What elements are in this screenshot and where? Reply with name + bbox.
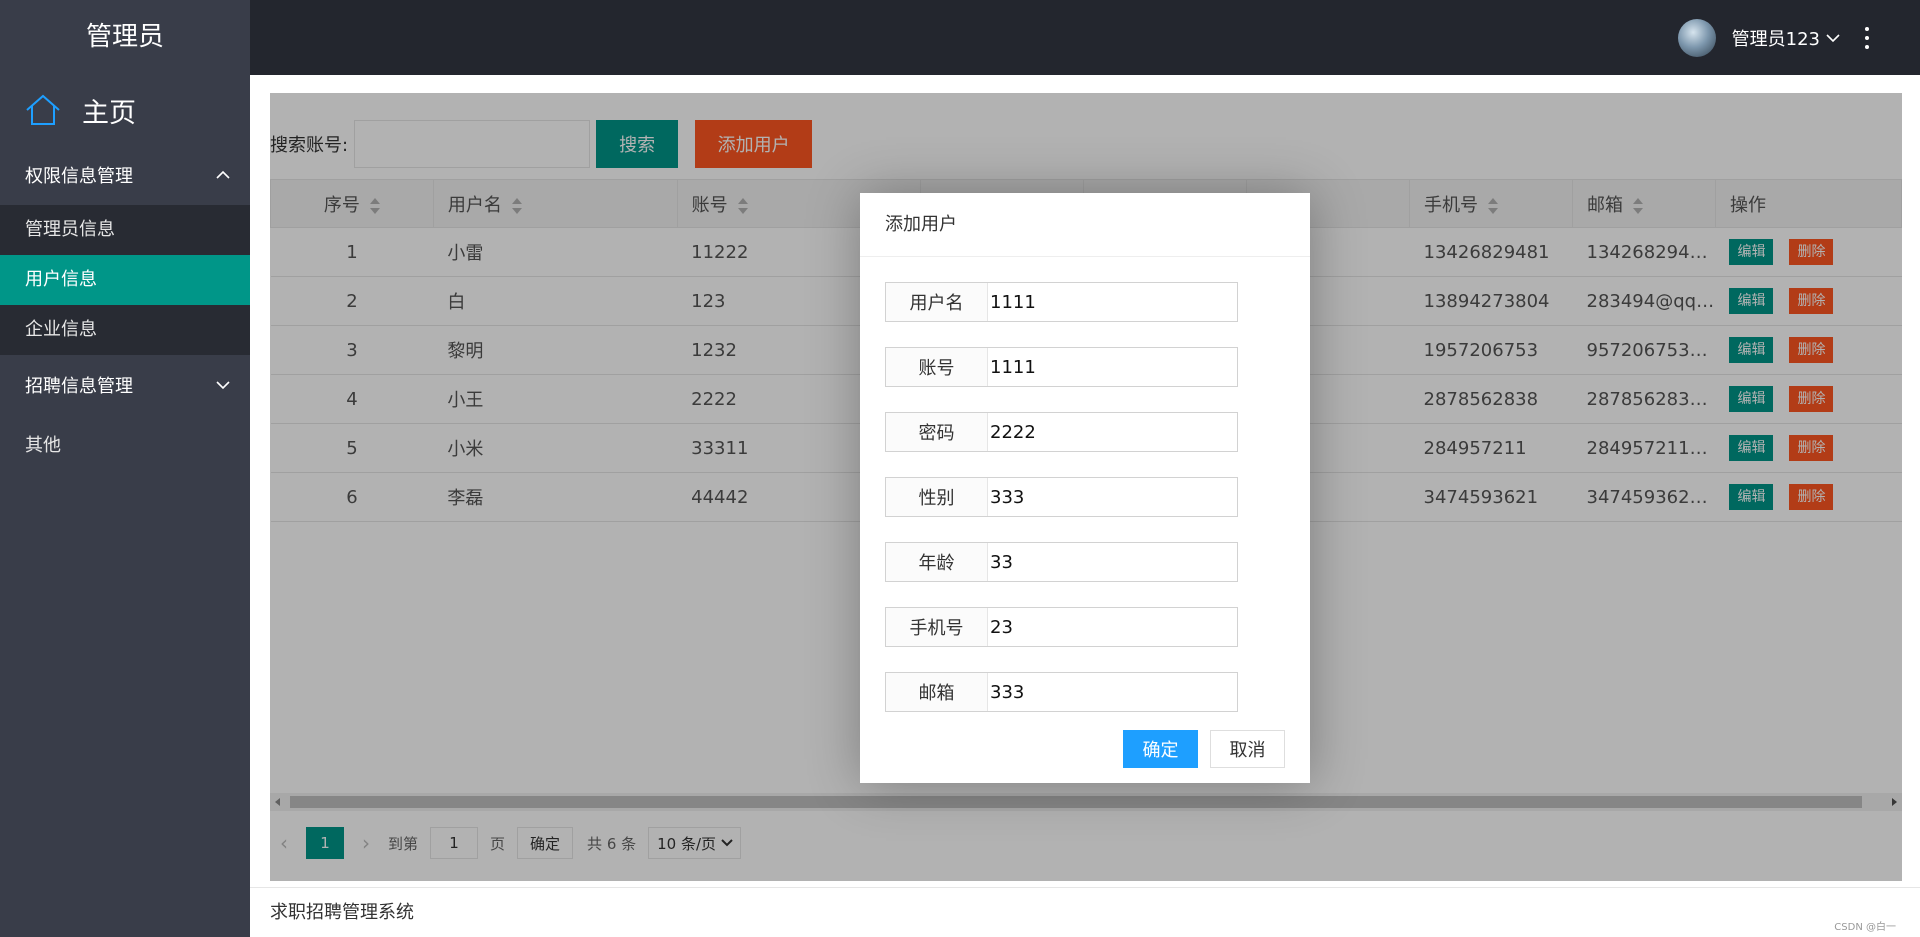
sidebar-item-other[interactable]: 其他 — [0, 415, 250, 477]
chevron-down-icon — [216, 381, 230, 390]
sidebar-submenu: 管理员信息 用户信息 企业信息 — [0, 205, 250, 355]
form-field-input[interactable]: 2222 — [988, 413, 1237, 451]
sidebar-group-recruitment[interactable]: 招聘信息管理 — [0, 355, 250, 415]
sidebar-logo: 管理员 — [0, 0, 250, 75]
form-field: 年龄 33 — [885, 542, 1238, 582]
footer-text: 求职招聘管理系统 — [270, 902, 414, 923]
dialog-title: 添加用户 — [860, 193, 1310, 257]
form-field-label: 手机号 — [886, 608, 988, 646]
form-field-label: 邮箱 — [886, 673, 988, 711]
form-field-label: 性别 — [886, 478, 988, 516]
sidebar: 管理员 主页 权限信息管理 管理员信息 用户信息 企业信息 招聘信息管理 其他 — [0, 0, 250, 937]
username: 管理员123 — [1731, 28, 1820, 50]
form-field: 性别 333 — [885, 477, 1238, 517]
sidebar-group-label: 招聘信息管理 — [25, 376, 133, 397]
home-icon — [26, 94, 60, 125]
sidebar-item-admin-info[interactable]: 管理员信息 — [0, 205, 250, 255]
footer: 求职招聘管理系统 — [250, 887, 1920, 937]
dialog-ok-button[interactable]: 确定 — [1123, 730, 1198, 768]
chevron-up-icon — [216, 170, 230, 179]
form-field-input[interactable]: 333 — [988, 478, 1237, 516]
form-field-label: 年龄 — [886, 543, 988, 581]
form-field-label: 密码 — [886, 413, 988, 451]
user-menu[interactable]: 管理员123 — [1677, 0, 1840, 75]
sidebar-group-permissions[interactable]: 权限信息管理 — [0, 145, 250, 205]
form-field: 账号 1111 — [885, 347, 1238, 387]
more-menu-icon[interactable] — [1864, 27, 1870, 49]
form-field-label: 账号 — [886, 348, 988, 386]
top-header: 管理员123 — [250, 0, 1920, 75]
watermark: CSDN @白一 — [1834, 922, 1896, 933]
form-field-label: 用户名 — [886, 283, 988, 321]
form-field-input[interactable]: 333 — [988, 673, 1237, 711]
sidebar-home-label: 主页 — [82, 97, 136, 129]
avatar — [1677, 18, 1716, 57]
sidebar-item-user-info[interactable]: 用户信息 — [0, 255, 250, 305]
form-field-input[interactable]: 23 — [988, 608, 1237, 646]
form-field: 用户名 1111 — [885, 282, 1238, 322]
sidebar-home[interactable]: 主页 — [0, 75, 250, 145]
form-field: 手机号 23 — [885, 607, 1238, 647]
add-user-dialog: 添加用户 用户名 1111 账号 1111 密码 2222 性别 333 年龄 33 手机号 23 邮箱… — [860, 193, 1310, 783]
chevron-down-icon — [1826, 33, 1840, 42]
form-field-input[interactable]: 33 — [988, 543, 1237, 581]
sidebar-item-company-info[interactable]: 企业信息 — [0, 305, 250, 355]
form-field-input[interactable]: 1111 — [988, 348, 1237, 386]
form-field-input[interactable]: 1111 — [988, 283, 1237, 321]
dialog-cancel-button[interactable]: 取消 — [1210, 730, 1285, 768]
form-field: 密码 2222 — [885, 412, 1238, 452]
sidebar-group-label: 权限信息管理 — [25, 166, 133, 187]
form-field: 邮箱 333 — [885, 672, 1238, 712]
